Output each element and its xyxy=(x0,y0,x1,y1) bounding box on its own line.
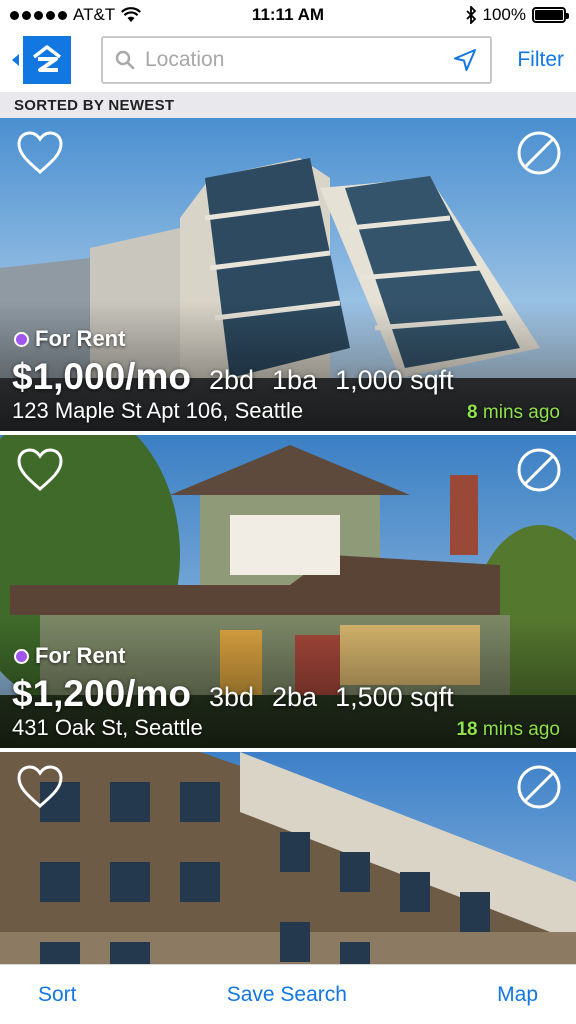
filter-button[interactable]: Filter xyxy=(517,48,564,72)
search-box[interactable] xyxy=(101,36,492,84)
listing-sqft: 1,500 sqft xyxy=(335,682,454,712)
for-rent-dot xyxy=(14,648,29,664)
listing-baths: 2ba xyxy=(272,682,318,712)
signal-strength-icon xyxy=(10,10,67,20)
zillow-logo[interactable] xyxy=(23,36,71,84)
listing-price: $1,200/mo xyxy=(12,673,191,714)
heart-icon[interactable] xyxy=(16,130,64,176)
listing-baths: 1ba xyxy=(272,365,318,395)
status-left: AT&T xyxy=(10,5,142,25)
for-rent-dot xyxy=(14,331,29,347)
hide-listing-icon[interactable] xyxy=(516,447,562,493)
map-button[interactable]: Map xyxy=(497,983,538,1007)
price-line: $1,000/mo 2bd 1ba 1,000 sqft xyxy=(12,356,454,398)
location-input[interactable] xyxy=(145,48,452,72)
time-ago-number: 8 xyxy=(467,402,478,423)
listing-card-2[interactable]: For Rent $1,200/mo 3bd 2ba 1,500 sqft 43… xyxy=(0,435,576,748)
listing-address: 431 Oak St, Seattle xyxy=(12,715,203,740)
hide-listing-icon[interactable] xyxy=(516,130,562,176)
time-ago-unit: mins ago xyxy=(482,402,560,423)
listing-beds: 3bd xyxy=(208,682,255,712)
listing-address: 123 Maple St Apt 106, Seattle xyxy=(12,398,304,423)
back-caret-icon[interactable] xyxy=(12,54,19,66)
search-icon xyxy=(115,50,135,70)
battery-icon xyxy=(532,7,569,23)
listing-status-label: For Rent xyxy=(35,643,126,668)
heart-icon[interactable] xyxy=(16,447,64,493)
listing-status-label: For Rent xyxy=(35,326,126,351)
listing-beds: 2bd xyxy=(208,365,255,395)
sort-button[interactable]: Sort xyxy=(38,983,77,1007)
listing-card-1[interactable]: For Rent $1,000/mo 2bd 1ba 1,000 sqft 12… xyxy=(0,118,576,431)
carrier-name: AT&T xyxy=(73,5,116,24)
time-ago-unit: mins ago xyxy=(482,719,560,740)
listing-card-3[interactable] xyxy=(0,752,576,964)
listing-photo xyxy=(0,752,576,964)
listing-time-ago: 18 mins ago xyxy=(456,719,560,741)
zillow-logo-mark xyxy=(32,45,62,72)
battery-percent: 100% xyxy=(482,5,526,24)
heart-icon[interactable] xyxy=(16,764,64,810)
listing-time-ago: 8 mins ago xyxy=(467,402,560,424)
bottom-toolbar: Sort Save Search Map xyxy=(0,964,576,1024)
hide-listing-icon[interactable] xyxy=(516,764,562,810)
sort-banner: SORTED BY NEWEST xyxy=(0,92,576,118)
listing-price: $1,000/mo xyxy=(12,356,191,397)
status-right: 100% xyxy=(465,5,569,25)
save-search-button[interactable]: Save Search xyxy=(227,983,347,1007)
location-arrow-icon[interactable] xyxy=(452,47,478,73)
bluetooth-icon xyxy=(465,6,476,24)
listing-status: For Rent xyxy=(14,326,125,352)
time-ago-number: 18 xyxy=(456,719,478,740)
listing-status: For Rent xyxy=(14,643,125,669)
listing-sqft: 1,000 sqft xyxy=(335,365,454,395)
price-line: $1,200/mo 3bd 2ba 1,500 sqft xyxy=(12,673,454,715)
listing-feed[interactable]: For Rent $1,000/mo 2bd 1ba 1,000 sqft 12… xyxy=(0,118,576,964)
status-bar: AT&T 11:11 AM 100% xyxy=(0,0,576,30)
header: Filter xyxy=(0,30,576,90)
wifi-icon xyxy=(121,7,142,22)
